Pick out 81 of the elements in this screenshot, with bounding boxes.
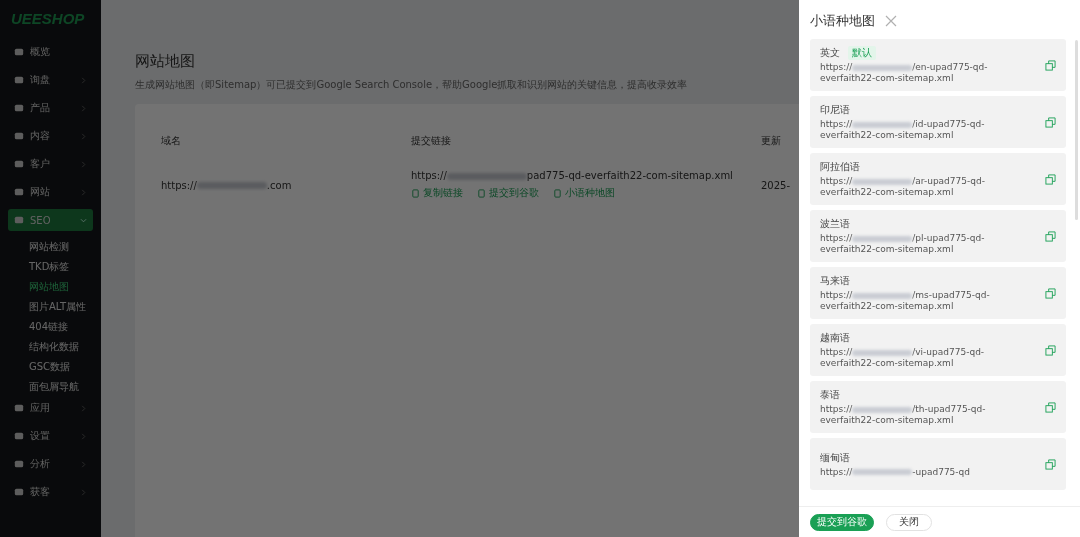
document-icon bbox=[553, 188, 562, 198]
copy-icon[interactable] bbox=[1045, 59, 1056, 71]
menu-item-icon bbox=[14, 75, 24, 85]
sidebar-item[interactable]: 询盘 bbox=[8, 69, 93, 91]
sidebar-item[interactable]: 应用 bbox=[8, 397, 93, 419]
sidebar-item[interactable]: 内容 bbox=[8, 125, 93, 147]
drawer-title: 小语种地图 bbox=[810, 12, 875, 30]
menu-item-icon bbox=[14, 459, 24, 469]
sitemap-url: https:// /ms-upad775-qd-everfaith22-com-sitemap.xml bbox=[820, 290, 991, 312]
sidebar-item[interactable]: 获客 bbox=[8, 481, 93, 503]
footer-button[interactable]: 提交到谷歌 bbox=[810, 513, 874, 531]
sitemap-url: https:// -upad775-qd bbox=[820, 466, 971, 478]
language-name: 英文 bbox=[820, 46, 840, 60]
menu-item-icon bbox=[14, 403, 24, 413]
menu-item-icon bbox=[14, 103, 24, 113]
default-badge: 默认 bbox=[848, 46, 876, 60]
submenu-item[interactable]: 网站地图 bbox=[0, 277, 69, 297]
sidebar-item[interactable]: 客户 bbox=[8, 153, 93, 175]
blurred-text bbox=[852, 469, 913, 475]
sitemap-url: https:// /vi-upad775-qd-everfaith22-com-sitemap.xml bbox=[820, 347, 986, 369]
blurred-text bbox=[852, 178, 913, 185]
language-name: 缅甸语 bbox=[820, 450, 850, 465]
logo: UEESHOP bbox=[10, 9, 86, 29]
copy-icon[interactable] bbox=[1045, 116, 1056, 128]
language-name: 越南语 bbox=[820, 331, 850, 345]
blurred-text bbox=[852, 349, 913, 356]
sidebar-item[interactable]: SEO bbox=[8, 209, 93, 231]
sitemap-url: https:// /en-upad775-qd-everfaith22-com-sitemap.xml bbox=[820, 62, 989, 84]
blurred-text bbox=[196, 182, 267, 189]
language-name: 泰语 bbox=[820, 388, 840, 402]
blurred-text bbox=[852, 292, 913, 299]
copy-icon[interactable] bbox=[1045, 173, 1056, 185]
action-link[interactable]: 复制链接 bbox=[411, 186, 463, 200]
copy-icon[interactable] bbox=[1045, 401, 1056, 413]
copy-icon[interactable] bbox=[1045, 344, 1056, 356]
blurred-text bbox=[852, 64, 913, 71]
column-header: 更新 bbox=[761, 134, 781, 148]
submenu-item[interactable]: 网站检测 bbox=[0, 237, 69, 257]
document-icon bbox=[477, 188, 486, 198]
language-name: 马来语 bbox=[820, 274, 850, 288]
menu-item-icon bbox=[14, 487, 24, 497]
page-title: 网站地图 bbox=[135, 52, 195, 71]
copy-icon[interactable] bbox=[1045, 230, 1056, 242]
action-link[interactable]: 提交到谷歌 bbox=[477, 186, 539, 200]
sidebar-item[interactable]: 概览 bbox=[8, 41, 93, 63]
action-link[interactable]: 小语种地图 bbox=[553, 186, 615, 200]
blurred-text bbox=[852, 121, 913, 128]
submenu-item[interactable]: 图片ALT属性 bbox=[0, 297, 87, 317]
menu-item-icon bbox=[14, 431, 24, 441]
sitemap-url: https:// /ar-upad775-qd-everfaith22-com-sitemap.xml bbox=[820, 176, 986, 198]
date-cell: 2025- bbox=[761, 179, 791, 191]
submenu-item[interactable]: 结构化数据 bbox=[0, 337, 79, 357]
sidebar-item[interactable]: 网站 bbox=[8, 181, 93, 203]
sitemap-url: https:// /id-upad775-qd-everfaith22-com-sitemap.xml bbox=[820, 119, 986, 141]
sitemap-url: https:// /pl-upad775-qd-everfaith22-com-sitemap.xml bbox=[820, 233, 986, 255]
language-name: 阿拉伯语 bbox=[820, 160, 860, 174]
sidebar-item[interactable]: 分析 bbox=[8, 453, 93, 475]
blurred-text bbox=[852, 235, 913, 242]
column-header: 提交链接 bbox=[411, 134, 452, 148]
menu-item-icon bbox=[14, 131, 24, 141]
column-header: 域名 bbox=[161, 134, 182, 148]
language-name: 印尼语 bbox=[820, 103, 850, 117]
language-name: 波兰语 bbox=[820, 217, 850, 231]
submenu-item[interactable]: 404链接 bbox=[0, 317, 69, 337]
menu-item-icon bbox=[14, 215, 24, 225]
submenu-item[interactable]: TKD标签 bbox=[0, 257, 70, 277]
copy-icon[interactable] bbox=[1045, 287, 1056, 299]
sidebar-item[interactable]: 产品 bbox=[8, 97, 93, 119]
sitemap-url: https:// /th-upad775-qd-everfaith22-com-sitemap.xml bbox=[820, 404, 987, 426]
menu-item-icon bbox=[14, 187, 24, 197]
domain-cell-text: https:// .com bbox=[161, 179, 293, 191]
blurred-text bbox=[852, 406, 913, 413]
submenu-item[interactable]: GSC数据 bbox=[0, 357, 71, 377]
document-icon bbox=[411, 188, 420, 198]
close-icon[interactable] bbox=[885, 15, 897, 27]
sidebar-item[interactable]: 设置 bbox=[8, 425, 93, 447]
copy-icon[interactable] bbox=[1045, 458, 1056, 470]
menu-item-icon bbox=[14, 159, 24, 169]
menu-item-icon bbox=[14, 47, 24, 57]
submenu-item[interactable]: 面包屑导航 bbox=[0, 377, 79, 397]
footer-button[interactable]: 关闭 bbox=[886, 513, 932, 531]
